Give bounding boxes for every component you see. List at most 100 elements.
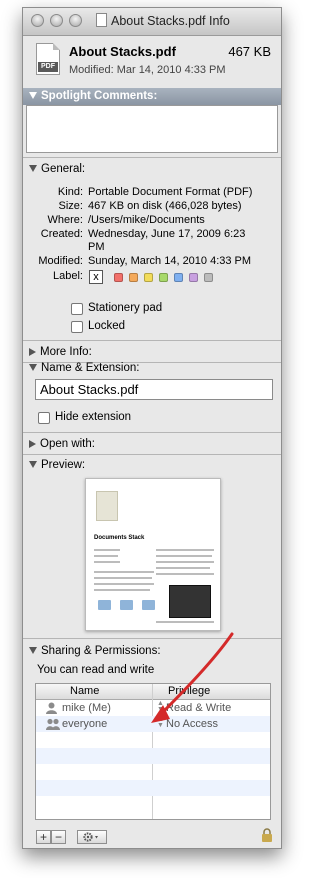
more-info-title: More Info: (40, 346, 92, 358)
label-color-swatch[interactable] (159, 273, 168, 282)
spotlight-comments-field[interactable] (26, 105, 278, 153)
disclosure-triangle-icon[interactable] (29, 92, 37, 100)
row-stripe (36, 748, 270, 764)
divider (23, 432, 281, 433)
created-label: Created: (40, 228, 83, 240)
file-name-input[interactable]: About Stacks.pdf (35, 379, 273, 400)
file-name: About Stacks.pdf (69, 44, 176, 59)
label-none-button[interactable]: x (89, 270, 103, 284)
title-bar: About Stacks.pdf Info (23, 8, 281, 36)
label-color-swatch[interactable] (204, 273, 213, 282)
locked-checkbox[interactable] (71, 321, 83, 333)
preview-title: Preview: (41, 459, 86, 471)
sharing-title: Sharing & Permissions: (41, 645, 161, 657)
permission-row[interactable]: mike (Me) ▲ ▼ Read & Write (36, 700, 270, 716)
zoom-button[interactable] (69, 14, 82, 27)
disclosure-triangle-icon[interactable] (29, 165, 37, 173)
preview-text-line (156, 567, 210, 569)
label-color-swatch[interactable] (129, 273, 138, 282)
pdf-tag: PDF (38, 62, 58, 72)
preview-text-line (156, 621, 214, 623)
permissions-table: Name Privilege mike (Me) ▲ ▼ Read & Write… (35, 683, 271, 820)
document-proxy-icon[interactable] (96, 13, 107, 27)
preview-document-icon (96, 491, 118, 521)
created-value: Wednesday, June 17, 2009 6:23 (88, 228, 246, 240)
divider (23, 157, 281, 158)
hide-extension-label: Hide extension (55, 411, 132, 423)
label-color-swatch[interactable] (114, 273, 123, 282)
modified-date: Modified: Mar 14, 2010 4:33 PM (69, 64, 226, 76)
privilege-value[interactable]: No Access (166, 716, 218, 732)
sharing-section-header[interactable]: Sharing & Permissions: (29, 644, 161, 658)
more-info-section-header[interactable]: More Info: (29, 345, 92, 359)
disclosure-triangle-icon[interactable] (29, 439, 36, 448)
disclosure-triangle-icon[interactable] (29, 347, 36, 356)
modified-label: Modified: (38, 255, 83, 267)
privilege-popup-arrows-icon[interactable]: ▲ ▼ (157, 716, 164, 729)
privilege-popup-arrows-icon[interactable]: ▲ ▼ (157, 700, 164, 713)
spotlight-comments-header[interactable]: Spotlight Comments: (23, 88, 281, 105)
action-menu-button[interactable] (77, 830, 107, 844)
disclosure-triangle-icon[interactable] (29, 364, 37, 372)
label-color-swatch[interactable] (144, 273, 153, 282)
stationery-pad-label: Stationery pad (88, 302, 163, 314)
single-user-icon (46, 702, 57, 714)
size-label: Size: (58, 200, 83, 212)
open-with-title: Open with: (40, 438, 95, 450)
stationery-pad-checkbox[interactable] (71, 303, 83, 315)
general-title: General: (41, 163, 86, 175)
preview-text-line (156, 561, 214, 563)
permissions-toolbar: + − (23, 825, 281, 848)
permissions-table-header: Name Privilege (36, 684, 270, 700)
privilege-value[interactable]: Read & Write (166, 700, 231, 716)
permission-row[interactable]: everyone ▲ ▼ No Access (36, 716, 270, 732)
created-value-cont: PM (88, 241, 105, 253)
preview-folder-icon (98, 600, 111, 610)
size-value: 467 KB on disk (466,028 bytes) (88, 200, 242, 212)
preview-text-line (94, 555, 118, 557)
group-users-icon (46, 718, 60, 730)
name-extension-section-header[interactable]: Name & Extension: (29, 361, 139, 375)
modified-value: Sunday, March 14, 2010 4:33 PM (88, 255, 252, 267)
preview-stack-screenshot (169, 585, 211, 618)
disclosure-triangle-icon[interactable] (29, 461, 37, 469)
sharing-summary: You can read and write (37, 664, 155, 676)
add-user-button[interactable]: + (36, 830, 51, 844)
locked-label: Locked (88, 320, 126, 332)
divider (23, 638, 281, 639)
preview-text-line (94, 561, 120, 563)
preview-doc-title: Documents Stack (94, 535, 145, 541)
where-value: /Users/mike/Documents (88, 214, 205, 226)
disclosure-triangle-icon[interactable] (29, 647, 37, 655)
preview-text-line (156, 555, 212, 557)
divider (23, 454, 281, 455)
preview-text-line (156, 573, 214, 575)
remove-user-button[interactable]: − (51, 830, 66, 844)
preview-text-line (94, 571, 154, 573)
name-extension-title: Name & Extension: (41, 362, 140, 374)
open-with-section-header[interactable]: Open with: (29, 437, 95, 451)
divider (23, 340, 281, 341)
user-name: everyone (62, 718, 108, 730)
hide-extension-checkbox[interactable] (38, 412, 50, 424)
label-color-swatch[interactable] (174, 273, 183, 282)
kind-value: Portable Document Format (PDF) (88, 186, 253, 198)
kind-label: Kind: (57, 186, 83, 198)
close-button[interactable] (31, 14, 44, 27)
file-size: 467 KB (228, 44, 271, 59)
column-header-name[interactable]: Name (70, 684, 99, 699)
preview-folder-icon (142, 600, 155, 610)
document-preview-thumbnail: Documents Stack (85, 478, 221, 631)
lock-icon[interactable] (261, 828, 273, 842)
column-header-privilege[interactable]: Privilege (168, 684, 210, 699)
gear-icon (83, 832, 98, 842)
pdf-file-icon: PDF (36, 43, 60, 75)
preview-section-header[interactable]: Preview: (29, 458, 85, 472)
row-stripe (36, 780, 270, 796)
label-color-swatch[interactable] (189, 273, 198, 282)
preview-text-line (94, 583, 154, 585)
general-section-header[interactable]: General: (29, 162, 85, 176)
user-name: mike (Me) (62, 702, 111, 714)
where-label: Where: (47, 214, 83, 226)
minimize-button[interactable] (50, 14, 63, 27)
